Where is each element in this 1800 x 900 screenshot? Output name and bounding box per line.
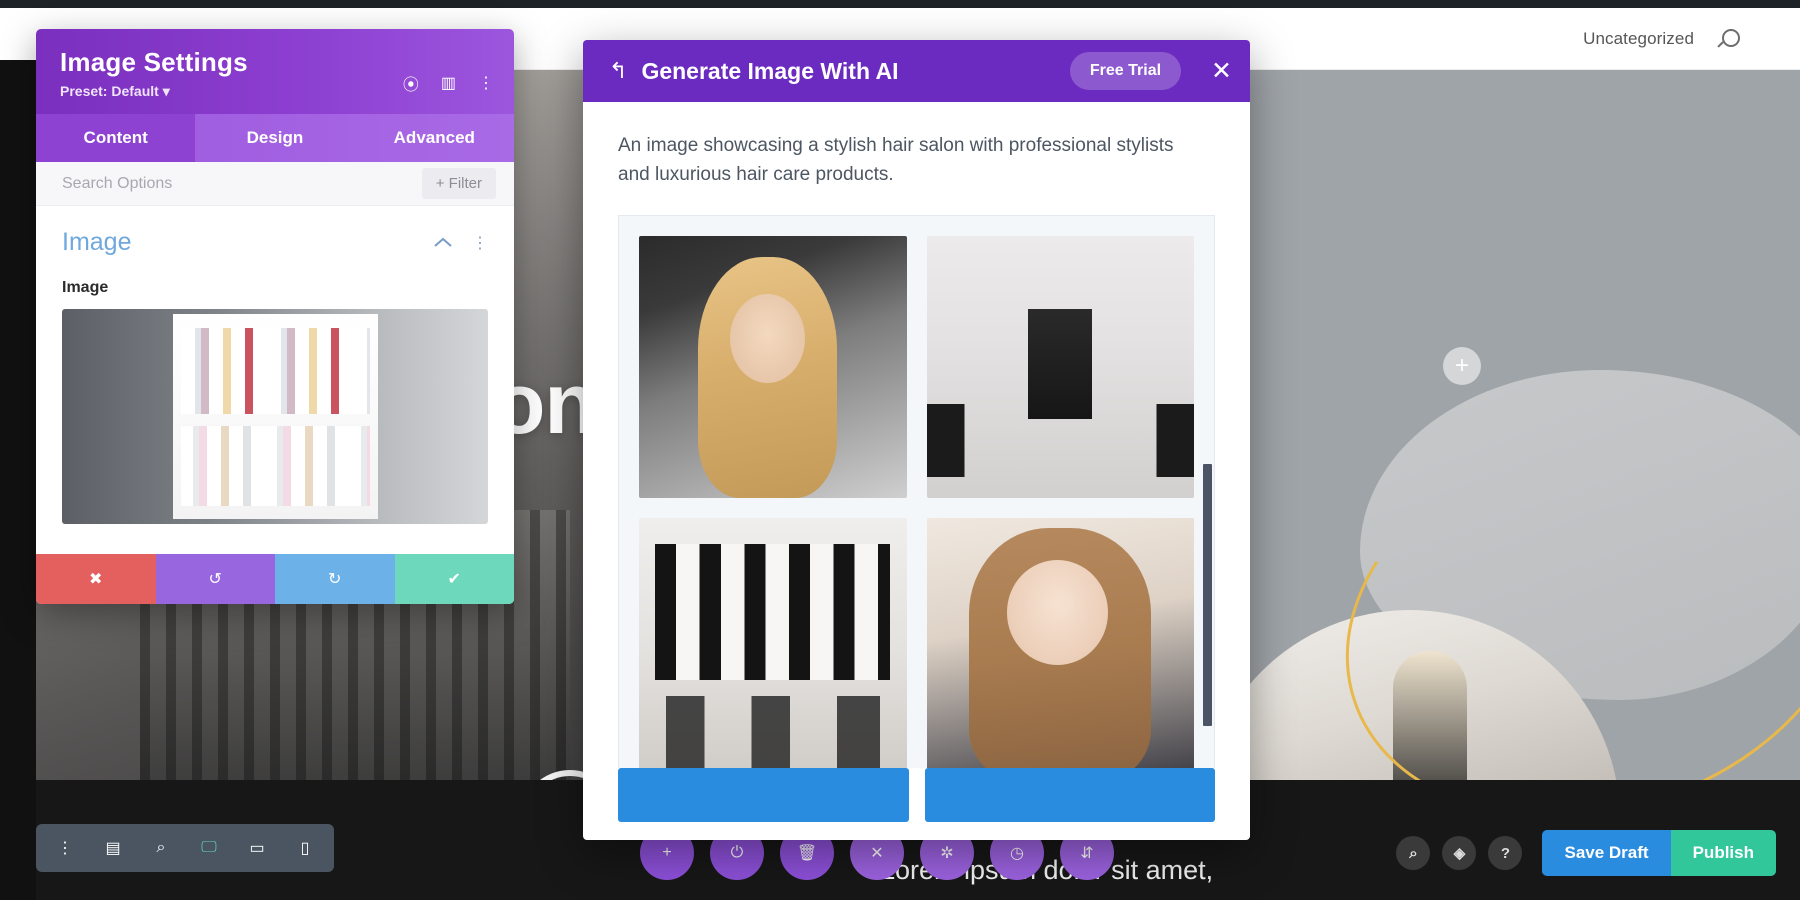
wireframe-icon[interactable]: ▤ [90, 825, 136, 871]
ai-results-grid [639, 236, 1194, 768]
more-vertical-icon[interactable]: ⋮ [478, 73, 494, 93]
tab-advanced[interactable]: Advanced [355, 114, 514, 162]
free-trial-badge[interactable]: Free Trial [1070, 52, 1181, 90]
ai-regenerate-button[interactable] [618, 768, 909, 822]
more-vertical-icon[interactable]: ⋮ [42, 825, 88, 871]
ai-use-image-button[interactable] [925, 768, 1216, 822]
zoom-icon[interactable]: ⌕ [138, 825, 184, 871]
ai-result-1[interactable] [639, 236, 907, 498]
generate-image-ai-modal: ↰ Generate Image With AI Free Trial ✕ An… [583, 40, 1250, 840]
section-title-row: Image ⋮ [62, 228, 488, 257]
screen: Uncategorized .on + Lorem ipsum dolor si… [0, 0, 1800, 900]
back-arrow-icon[interactable]: ↰ [609, 60, 627, 82]
chevron-up-icon[interactable] [434, 237, 452, 249]
wp-admin-topbar [0, 0, 1800, 8]
save-draft-button[interactable]: Save Draft [1542, 830, 1670, 876]
builder-right-toolbar: ⌕ ◈ ? Save Draft Publish [1396, 830, 1776, 876]
publish-button-group: Save Draft Publish [1542, 830, 1776, 876]
image-section: Image ⋮ Image [36, 206, 514, 524]
ai-modal-header: ↰ Generate Image With AI Free Trial ✕ [583, 40, 1250, 102]
ai-result-4[interactable] [927, 518, 1195, 768]
search-input[interactable]: Search Options [62, 175, 172, 193]
image-settings-panel: Image Settings Preset: Default ▾ ⦿ ▥ ⋮ C… [36, 29, 514, 604]
ai-result-2[interactable] [927, 236, 1195, 498]
tab-content[interactable]: Content [36, 114, 195, 162]
zoom-icon[interactable]: ⌕ [1396, 836, 1430, 870]
page-left-gutter [0, 60, 36, 900]
panel-header: Image Settings Preset: Default ▾ ⦿ ▥ ⋮ [36, 29, 514, 114]
search-icon[interactable] [1720, 28, 1742, 50]
ai-modal-body: An image showcasing a stylish hair salon… [583, 102, 1250, 768]
ai-results-panel [618, 215, 1215, 768]
ai-result-3[interactable] [639, 518, 907, 768]
ai-prompt-text: An image showcasing a stylish hair salon… [618, 132, 1198, 189]
cancel-button[interactable]: ✖ [36, 554, 156, 604]
tablet-icon[interactable]: ▭ [234, 825, 280, 871]
undo-button[interactable]: ↺ [156, 554, 276, 604]
ai-modal-footer [583, 768, 1250, 840]
panel-search-bar: Search Options + Filter [36, 162, 514, 206]
close-icon[interactable]: ✕ [1211, 59, 1232, 84]
filter-button[interactable]: + Filter [422, 168, 496, 199]
results-scrollbar[interactable] [1203, 464, 1212, 726]
panel-action-bar: ✖ ↺ ↻ ✔ [36, 554, 514, 604]
tab-design[interactable]: Design [195, 114, 354, 162]
image-field-label: Image [62, 279, 488, 297]
builder-left-toolbar: ⋮ ▤ ⌕ 🖵 ▭ ▯ [36, 824, 334, 872]
panel-tabs: Content Design Advanced [36, 114, 514, 162]
phone-icon[interactable]: ▯ [282, 825, 328, 871]
redo-button[interactable]: ↻ [275, 554, 395, 604]
image-preview[interactable] [62, 309, 488, 524]
target-icon[interactable]: ⦿ [403, 71, 419, 95]
desktop-icon[interactable]: 🖵 [186, 825, 232, 871]
ai-modal-title: Generate Image With AI [641, 58, 1055, 85]
image-preview-thumbnail [173, 314, 378, 519]
layout-columns-icon[interactable]: ▥ [441, 73, 456, 93]
category-label: Uncategorized [1583, 29, 1694, 49]
more-vertical-icon[interactable]: ⋮ [472, 233, 488, 253]
section-title: Image [62, 228, 131, 257]
help-icon[interactable]: ? [1488, 836, 1522, 870]
section-icons: ⋮ [434, 233, 488, 253]
layers-icon[interactable]: ◈ [1442, 836, 1476, 870]
panel-header-icons: ⦿ ▥ ⋮ [403, 71, 494, 95]
save-button[interactable]: ✔ [395, 554, 515, 604]
plus-icon[interactable]: + [1443, 347, 1481, 385]
publish-button[interactable]: Publish [1671, 830, 1776, 876]
